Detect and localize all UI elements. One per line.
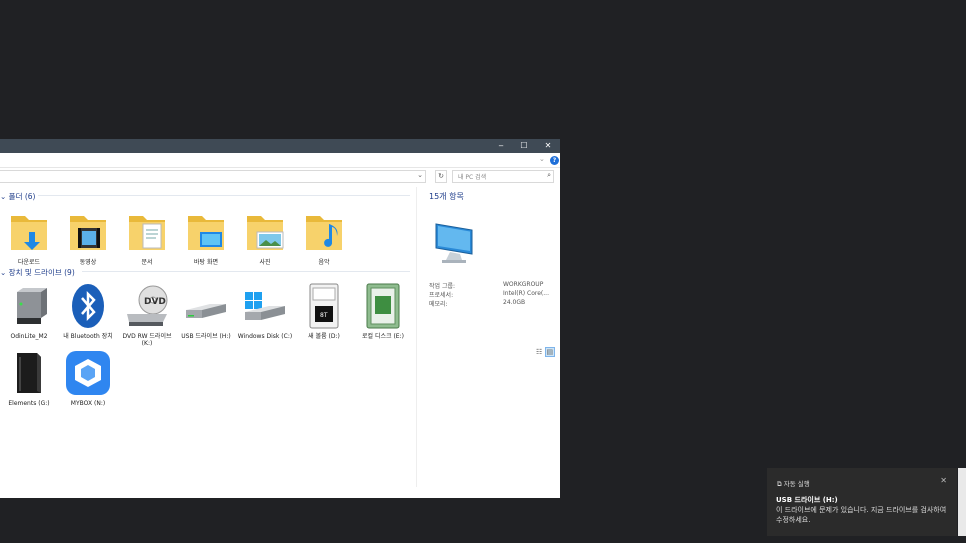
downloads-folder-icon [5, 208, 53, 256]
elements-drive-icon [5, 349, 53, 397]
large-icons-view-icon[interactable]: ▤ [544, 347, 556, 357]
item-count: 15개 항목 [429, 192, 464, 201]
address-bar[interactable]: ⌄ [0, 170, 426, 183]
external-drive-icon [5, 282, 53, 330]
bluetooth-icon [64, 282, 112, 330]
computer-icon [435, 223, 473, 263]
svg-text:8T: 8T [320, 312, 328, 319]
elements-drive-item[interactable]: Elements (G:) [0, 349, 58, 407]
desktop-folder-item[interactable]: 바탕 화면 [177, 208, 235, 266]
external-drive-item[interactable]: OdinLite_M2 [0, 282, 58, 340]
notification-body: 이 드라이브에 문제가 있습니다. 지금 드라이브를 검사하여 수정하세요. [776, 506, 947, 524]
action-center-edge [958, 468, 966, 536]
search-icon[interactable]: ⌕ [547, 171, 551, 180]
close-button[interactable]: ✕ [537, 139, 559, 153]
item-label: DVD RW 드라이브 (K:) [122, 333, 172, 347]
documents-folder-item[interactable]: 문서 [118, 208, 176, 266]
detail-key-memory: 메모리: [429, 301, 448, 308]
item-label: 문서 [141, 259, 153, 266]
drives-group-header[interactable]: ⌄ 장치 및 드라이브 (9) [0, 267, 75, 278]
item-label: OdinLite_M2 [10, 333, 48, 340]
pictures-folder-item[interactable]: 사진 [236, 208, 294, 266]
mybox-item[interactable]: MYBOX (N:) [59, 349, 117, 407]
item-label: 내 Bluetooth 장치 [63, 333, 113, 340]
autoplay-notification[interactable]: ⧉ 자동 실행 ✕ USB 드라이브 (H:) 이 드라이브에 문제가 있습니다… [767, 468, 957, 536]
dvd-drive-item[interactable]: DVD DVD RW 드라이브 (K:) [118, 282, 176, 347]
folders-group-header[interactable]: ⌄ 폴더 (6) [0, 191, 35, 202]
title-bar[interactable]: ‒ ☐ ✕ [0, 139, 560, 153]
item-label: 바탕 화면 [194, 259, 218, 266]
usb-drive-item[interactable]: USB 드라이브 (H:) [177, 282, 235, 340]
dvd-drive-icon: DVD [123, 282, 171, 330]
group-divider [38, 195, 410, 196]
pictures-folder-icon [241, 208, 289, 256]
detail-key-workgroup: 작업 그룹: [429, 283, 456, 290]
item-label: 로컬 디스크 (E:) [362, 333, 404, 340]
item-label: 사진 [259, 259, 271, 266]
bluetooth-item[interactable]: 내 Bluetooth 장치 [59, 282, 117, 340]
item-label: Windows Disk (C:) [237, 333, 293, 340]
windows-disk-item[interactable]: Windows Disk (C:) [236, 282, 294, 340]
mybox-icon [64, 349, 112, 397]
item-label: 새 볼륨 (D:) [308, 333, 340, 340]
music-folder-item[interactable]: 음악 [295, 208, 353, 266]
view-switcher: ☷ ▤ [536, 347, 556, 357]
address-dropdown-icon[interactable]: ⌄ [417, 171, 423, 179]
autoplay-icon: ⧉ [777, 480, 784, 488]
documents-folder-icon [123, 208, 171, 256]
item-label: 동영상 [79, 259, 97, 266]
detail-key-processor: 프로세서: [429, 292, 454, 299]
maximize-button[interactable]: ☐ [513, 139, 535, 153]
downloads-folder-item[interactable]: 다운로드 [0, 208, 58, 266]
ribbon-bar: ⌄ ? [0, 153, 560, 168]
collapse-icon: ⌄ [0, 268, 9, 277]
svg-text:DVD: DVD [144, 297, 166, 307]
notification-title: USB 드라이브 (H:) [776, 496, 838, 504]
search-box[interactable]: 내 PC 검색 ⌕ [452, 170, 554, 183]
windows-disk-icon [241, 282, 289, 330]
videos-folder-icon [64, 208, 112, 256]
collapse-icon: ⌄ [0, 192, 9, 201]
details-view-icon[interactable]: ☷ [536, 348, 542, 356]
usb-drive-icon [182, 282, 230, 330]
detail-value-processor: Intel(R) Core(... [503, 290, 549, 297]
minimize-button[interactable]: ‒ [490, 139, 512, 153]
hdd-icon: 8T [300, 282, 348, 330]
file-explorer-window: ‒ ☐ ✕ ⌄ ? ⌄ ↻ 내 PC 검색 ⌕ ⌄ 폴더 (6) 다운로드 동영상… [0, 139, 560, 498]
help-icon[interactable]: ? [550, 156, 559, 165]
item-label: Elements (G:) [8, 400, 50, 407]
item-label: MYBOX (N:) [70, 400, 106, 407]
detail-value-workgroup: WORKGROUP [503, 281, 544, 288]
hdd-green-icon [359, 282, 407, 330]
refresh-button[interactable]: ↻ [435, 170, 447, 183]
details-pane-divider [416, 187, 417, 487]
item-label: USB 드라이브 (H:) [181, 333, 231, 340]
search-placeholder: 내 PC 검색 [458, 174, 487, 181]
group-divider [82, 271, 410, 272]
ribbon-expand-icon[interactable]: ⌄ [539, 155, 545, 163]
detail-value-memory: 24.0GB [503, 299, 526, 306]
close-icon[interactable]: ✕ [940, 476, 947, 485]
music-folder-icon [300, 208, 348, 256]
desktop-folder-icon [182, 208, 230, 256]
notification-app: ⧉ 자동 실행 [777, 480, 810, 488]
hdd-item[interactable]: 8T 새 볼륨 (D:) [295, 282, 353, 340]
item-label: 다운로드 [17, 259, 41, 266]
hdd-green-item[interactable]: 로컬 디스크 (E:) [354, 282, 412, 340]
videos-folder-item[interactable]: 동영상 [59, 208, 117, 266]
item-label: 음악 [318, 259, 330, 266]
